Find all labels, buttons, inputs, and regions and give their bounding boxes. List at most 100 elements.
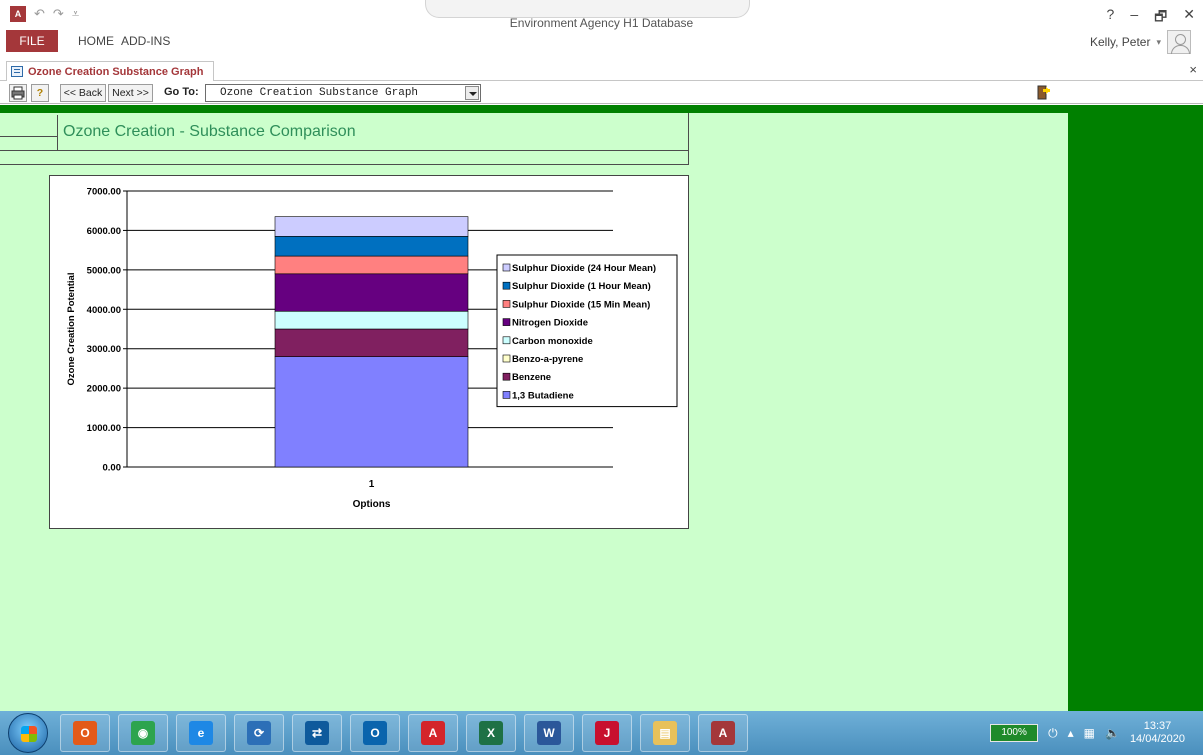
next-button[interactable]: Next >> <box>108 84 153 102</box>
header-line <box>0 150 688 151</box>
explorer-app[interactable]: ▤ <box>640 714 690 752</box>
y-tick-label: 5000.00 <box>87 265 121 276</box>
office-app-icon: O <box>73 721 97 745</box>
x-tick-label: 1 <box>369 479 375 490</box>
dropdown-arrow-icon[interactable] <box>465 86 479 100</box>
bar-segment <box>274 310 469 330</box>
tab-file[interactable]: FILE <box>6 30 58 52</box>
legend-label: Sulphur Dioxide (1 Hour Mean) <box>512 281 651 292</box>
form-toolbar: ? << Back Next >> Go To: Ozone Creation … <box>0 82 1203 104</box>
close-icon[interactable]: ✕ <box>1183 6 1195 30</box>
y-tick-label: 7000.00 <box>87 187 121 198</box>
user-account[interactable]: Kelly, Peter ▾ <box>1090 30 1191 54</box>
chart-frame: 0.00 1000.00 2000.00 3000.00 4000.00 5000.00 6… <box>49 175 689 529</box>
legend-swatch <box>502 263 511 272</box>
right-green-panel <box>1068 105 1203 711</box>
plug-icon[interactable]: ⏻ <box>1048 726 1058 741</box>
goto-label: Go To: <box>164 86 199 98</box>
bar-segment <box>274 356 469 468</box>
chevron-down-icon: ▾ <box>1156 36 1161 47</box>
tab-ozone-creation-substance-graph[interactable]: Ozone Creation Substance Graph <box>6 61 215 81</box>
goto-select[interactable]: Ozone Creation Substance Graph <box>205 84 481 102</box>
tab-add-ins[interactable]: ADD-INS <box>121 30 170 52</box>
legend-label: Benzo-a-pyrene <box>512 354 583 365</box>
access-app-icon: A <box>711 721 735 745</box>
avatar <box>1167 30 1191 54</box>
excel-app-icon: X <box>479 721 503 745</box>
legend-swatch <box>502 391 511 399</box>
legend-label: Nitrogen Dioxide <box>512 318 588 329</box>
close-document-icon[interactable]: × <box>1189 62 1197 77</box>
acrobat-app-icon: A <box>421 721 445 745</box>
printer-icon <box>11 86 25 100</box>
bar-segment <box>274 255 469 275</box>
chrome-app[interactable]: ◉ <box>118 714 168 752</box>
back-button[interactable]: << Back <box>60 84 106 102</box>
y-tick-label: 6000.00 <box>87 226 121 237</box>
form-header: Ozone Creation - Substance Comparison <box>0 113 689 173</box>
system-tray: 100% ⏻ ▴ ▦ 🔈 13:37 14/04/2020 <box>990 711 1203 755</box>
outlook-app-icon: O <box>363 721 387 745</box>
y-tick-label: 1000.00 <box>87 423 121 434</box>
page-title: Ozone Creation - Substance Comparison <box>63 123 356 140</box>
bar-segment <box>274 236 469 257</box>
header-line <box>57 115 58 150</box>
internet-explorer-app[interactable]: e <box>176 714 226 752</box>
network-icon[interactable]: ▦ <box>1084 726 1095 740</box>
doc-tab-label: Ozone Creation Substance Graph <box>28 65 204 78</box>
teamviewer-app[interactable]: ⇄ <box>292 714 342 752</box>
legend-label: Sulphur Dioxide (15 Min Mean) <box>512 299 650 310</box>
word-app[interactable]: W <box>524 714 574 752</box>
teamviewer-app-icon: ⇄ <box>305 721 329 745</box>
clock[interactable]: 13:37 14/04/2020 <box>1130 720 1185 746</box>
x-axis-label: Options <box>353 499 391 510</box>
header-line <box>0 164 688 165</box>
tab-home[interactable]: HOME <box>78 30 114 52</box>
minimize-icon[interactable]: – <box>1130 6 1138 30</box>
start-button[interactable] <box>8 713 48 753</box>
y-axis-label: Ozone Creation Potential <box>66 273 77 386</box>
access-app[interactable]: A <box>698 714 748 752</box>
legend-label: Sulphur Dioxide (24 Hour Mean) <box>512 263 656 274</box>
legend-label: 1,3 Butadiene <box>512 390 574 401</box>
bar-segment <box>274 273 469 312</box>
reader-app[interactable]: J <box>582 714 632 752</box>
y-tick-label: 4000.00 <box>87 305 121 316</box>
word-app-icon: W <box>537 721 561 745</box>
volume-icon[interactable]: 🔈 <box>1105 726 1120 740</box>
form-top-band <box>0 105 1203 113</box>
acrobat-app[interactable]: A <box>408 714 458 752</box>
goto-selected-value: Ozone Creation Substance Graph <box>220 87 419 99</box>
bar-segment <box>274 216 469 237</box>
help-button[interactable]: ? <box>31 84 49 102</box>
restore-icon[interactable]: 🗗 <box>1154 6 1167 30</box>
y-tick-label: 2000.00 <box>87 384 121 395</box>
explorer-app-icon: ▤ <box>653 721 677 745</box>
legend-swatch <box>502 354 511 363</box>
header-line <box>0 136 57 137</box>
legend-swatch <box>502 318 511 326</box>
print-button[interactable] <box>9 84 27 102</box>
sync-app[interactable]: ⟳ <box>234 714 284 752</box>
window-title: Environment Agency H1 Database <box>509 16 694 30</box>
chart-legend <box>496 254 678 408</box>
title-bar: A ↶ ↷ ⩡ Environment Agency H1 Database ?… <box>0 0 1203 30</box>
office-app[interactable]: O <box>60 714 110 752</box>
show-hidden-icons-icon[interactable]: ▴ <box>1068 726 1074 740</box>
battery-indicator[interactable]: 100% <box>990 724 1039 742</box>
form-icon <box>11 66 23 77</box>
form-body: Ozone Creation - Substance Comparison 0.… <box>0 105 1203 711</box>
excel-app[interactable]: X <box>466 714 516 752</box>
clock-date: 14/04/2020 <box>1129 733 1185 745</box>
bar-segment <box>274 328 469 357</box>
outlook-app[interactable]: O <box>350 714 400 752</box>
sync-app-icon: ⟳ <box>247 721 271 745</box>
question-icon: ? <box>36 87 44 99</box>
legend-swatch <box>502 300 511 308</box>
exit-door-icon[interactable] <box>1037 85 1051 100</box>
legend-swatch <box>502 281 511 290</box>
legend-label: Carbon monoxide <box>512 336 593 347</box>
help-icon[interactable]: ? <box>1107 6 1115 30</box>
taskbar: O ◉ e ⟳ ⇄ O A X W J ▤ A 100% ⏻ ▴ ▦ 🔈 13:37 14/04/20… <box>0 711 1203 755</box>
ribbon-tabs: FILE HOME ADD-INS Kelly, Peter ▾ <box>0 30 1203 54</box>
